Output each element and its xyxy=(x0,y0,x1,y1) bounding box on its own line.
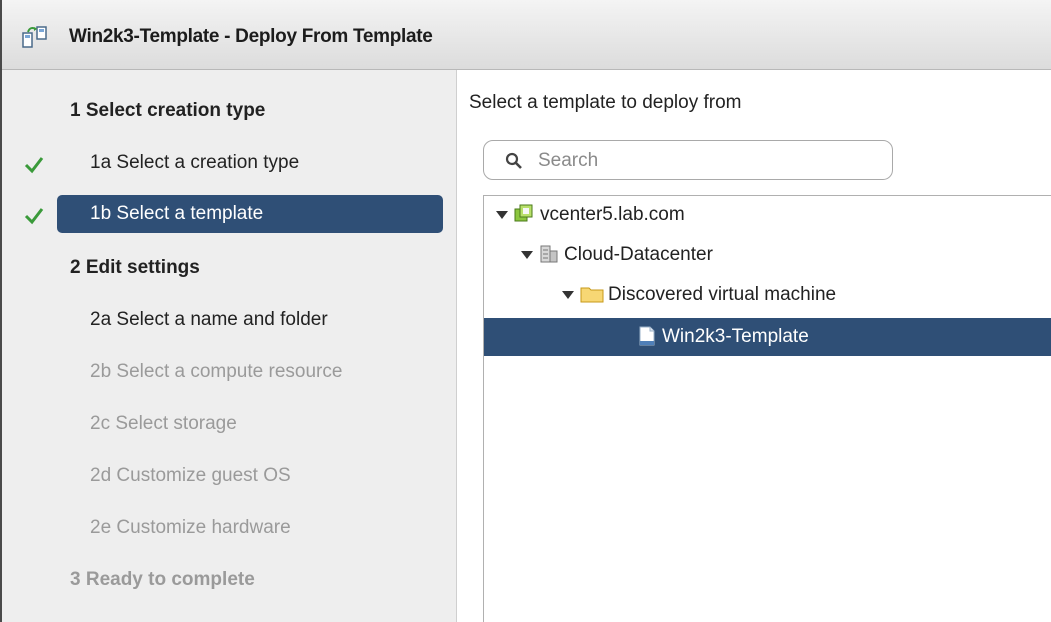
page-prompt: Select a template to deploy from xyxy=(469,92,742,113)
window-title: Win2k3-Template - Deploy From Template xyxy=(69,26,433,47)
folder-icon xyxy=(580,287,604,303)
step-2d: 2d Customize guest OS xyxy=(90,465,291,486)
step-1-heading: 1 Select creation type xyxy=(70,100,266,121)
step-2c: 2c Select storage xyxy=(90,413,237,434)
search-field[interactable] xyxy=(483,140,893,180)
step-2a[interactable]: 2a Select a name and folder xyxy=(90,309,328,331)
expand-arrow-icon[interactable] xyxy=(496,211,508,219)
tree-node-vcenter[interactable]: vcenter5.lab.com xyxy=(484,196,1051,234)
deploy-template-icon xyxy=(22,26,47,48)
step-2b: 2b Select a compute resource xyxy=(90,361,343,382)
vcenter-icon xyxy=(514,204,533,222)
tree-label: Discovered virtual machine xyxy=(608,284,837,305)
tree-label: Cloud-Datacenter xyxy=(564,244,713,265)
step-2e: 2e Customize hardware xyxy=(90,517,291,538)
deploy-wizard-window: Win2k3-Template - Deploy From Template 1… xyxy=(0,0,1051,622)
tree-node-folder[interactable]: Discovered virtual machine xyxy=(484,276,1051,314)
checkmark-icon xyxy=(24,157,44,174)
tree-label: vcenter5.lab.com xyxy=(540,204,685,225)
search-input[interactable] xyxy=(536,147,880,175)
inventory-tree: vcenter5.lab.com Cloud-Datacenter Discov… xyxy=(483,195,1051,622)
expand-arrow-icon[interactable] xyxy=(562,291,574,299)
checkmark-icon xyxy=(24,208,44,225)
main-panel: Select a template to deploy from vcenter… xyxy=(458,70,1051,622)
datacenter-icon xyxy=(540,245,558,263)
title-bar: Win2k3-Template - Deploy From Template xyxy=(2,0,1051,70)
step-2-heading: 2 Edit settings xyxy=(70,257,200,278)
expand-arrow-icon[interactable] xyxy=(521,251,533,259)
tree-node-datacenter[interactable]: Cloud-Datacenter xyxy=(484,236,1051,274)
step-1a[interactable]: 1a Select a creation type xyxy=(90,152,299,174)
tree-node-template[interactable]: Win2k3-Template xyxy=(484,318,1051,356)
step-1b[interactable]: 1b Select a template xyxy=(90,203,263,225)
template-icon xyxy=(639,326,655,346)
wizard-steps-sidebar: 1 Select creation type 1a Select a creat… xyxy=(2,70,457,622)
search-icon xyxy=(505,152,522,169)
tree-label: Win2k3-Template xyxy=(662,326,809,347)
step-3-heading: 3 Ready to complete xyxy=(70,569,255,590)
